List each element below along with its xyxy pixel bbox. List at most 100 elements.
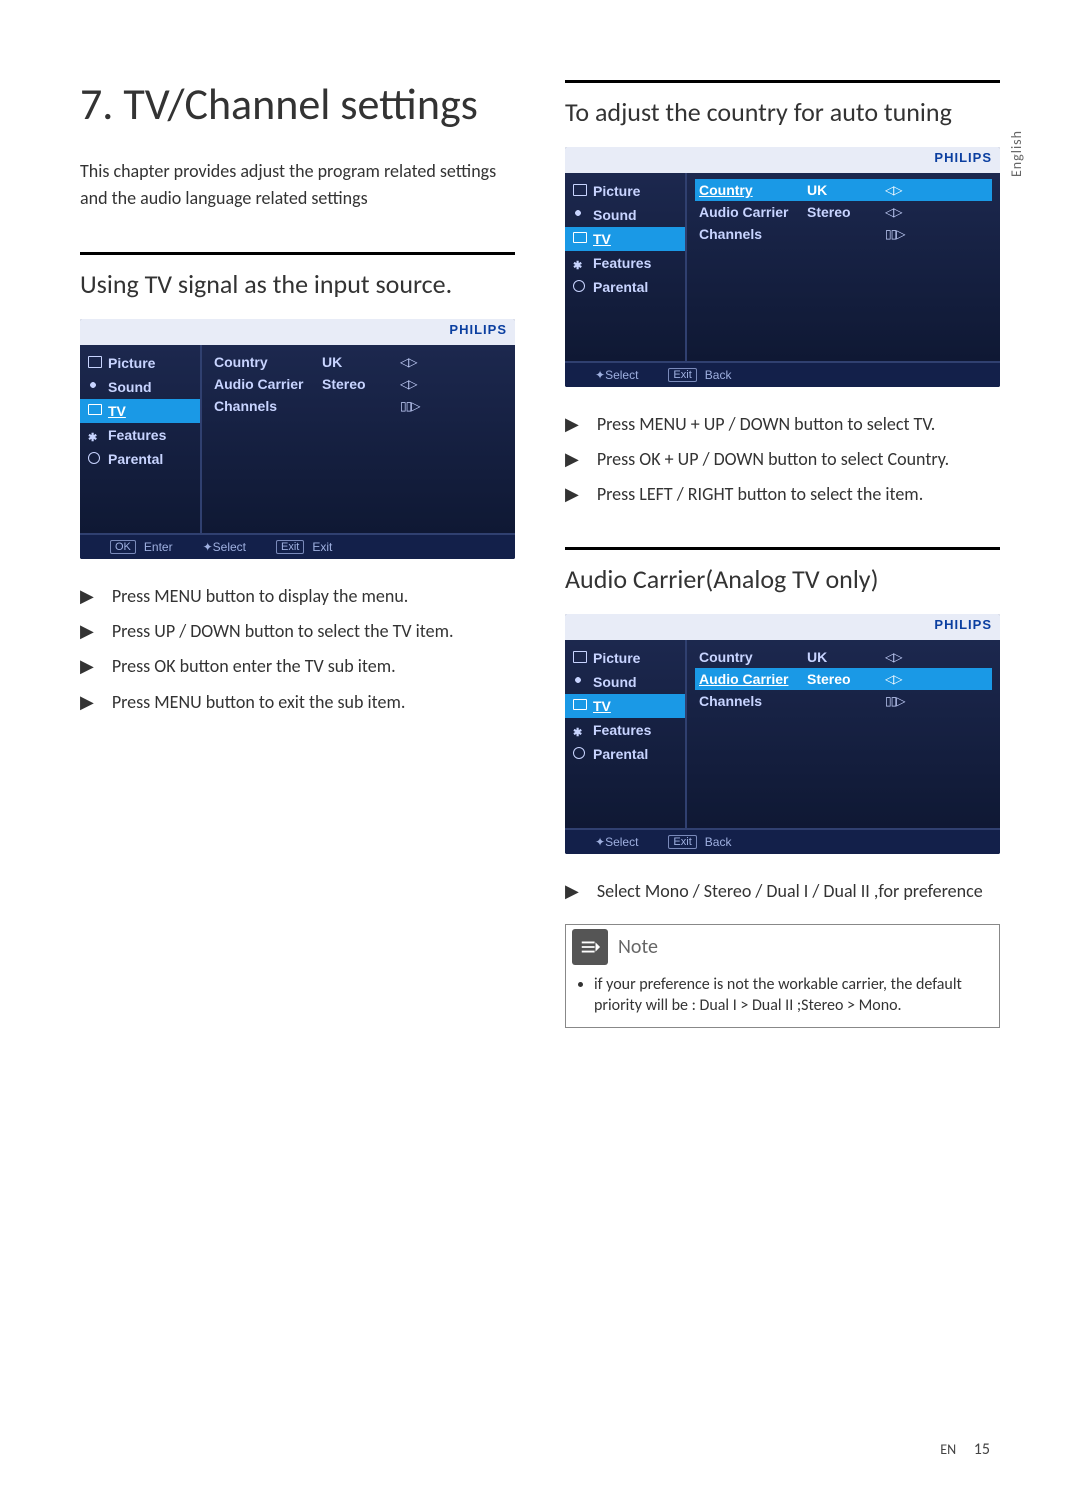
ico-feat-icon [573, 723, 587, 737]
osd-side-item-parental: Parental [80, 447, 200, 471]
page-footer: EN 15 [940, 1440, 990, 1459]
osd-footer-label: Select [605, 835, 638, 849]
osd-row-country: Country UK ◁▷ [210, 351, 507, 373]
note-icon [572, 929, 608, 965]
steps-list-1: ▶Press MENU button to display the menu.▶… [80, 584, 515, 715]
osd-key-ok: OK [110, 540, 136, 554]
note-header: Note [566, 925, 999, 969]
osd-side-item-tv: TV [80, 399, 200, 423]
osd-side-label: Picture [108, 355, 155, 371]
nav-arrows-icon: ◁▷ [885, 183, 901, 197]
osd-row-label: Channels [699, 226, 799, 242]
osd-sidebar: PictureSoundTVFeaturesParental [565, 640, 685, 828]
ico-par-icon [573, 747, 587, 761]
nav-arrows-icon: ◁▷ [400, 377, 416, 391]
step-text: Press LEFT / RIGHT button to select the … [597, 482, 923, 507]
ico-pic-icon [573, 184, 587, 198]
osd-screenshot-3: PHILIPSPictureSoundTVFeaturesParentalCou… [565, 614, 1000, 854]
play-arrow-icon: ▶ [80, 584, 94, 609]
osd-footer: ✦ Select Exit Back [565, 828, 1000, 854]
nav-arrows-icon: ◁▷ [885, 205, 901, 219]
ico-par-icon [88, 452, 102, 466]
osd-side-label: TV [108, 403, 126, 419]
osd-footer-group: ExitExit [276, 540, 332, 554]
osd-row-label: Country [699, 182, 799, 198]
osd-side-label: Features [108, 427, 166, 443]
step-item: ▶Press LEFT / RIGHT button to select the… [565, 482, 1000, 507]
osd-footer-label: Back [705, 368, 732, 382]
osd-screenshot-1: PHILIPS Picture Sound TV Features Parental Cou… [80, 319, 515, 559]
ico-pic-icon [573, 651, 587, 665]
nav-arrows-icon: ▯▯▷ [885, 227, 904, 241]
osd-side-label: Parental [108, 451, 163, 467]
osd-side-label: Parental [593, 279, 648, 295]
osd-topbar: PHILIPS [565, 614, 1000, 640]
osd-footer-group: Exit Back [668, 835, 731, 849]
osd-footer-label: Enter [144, 540, 173, 554]
brand-logo: PHILIPS [934, 617, 992, 632]
nav-arrows-icon: ◁▷ [400, 355, 416, 369]
right-column: To adjust the country for auto tuning PH… [565, 80, 1000, 1028]
osd-topbar: PHILIPS [565, 147, 1000, 173]
footer-lang: EN [940, 1441, 956, 1458]
osd-side-label: Sound [593, 207, 637, 223]
osd-main: CountryUK◁▷Audio CarrierStereo◁▷Channels… [685, 640, 1000, 828]
osd-side-item-sound: Sound [565, 203, 685, 227]
osd-row-value: UK [807, 182, 877, 198]
step-text: Press MENU button to display the menu. [112, 584, 408, 609]
step-item: ▶Press OK button enter the TV sub item. [80, 654, 515, 679]
osd-key-exit: Exit [276, 540, 304, 554]
osd-footer-group: ✦Select [203, 540, 246, 554]
osd-row-value: UK [807, 649, 877, 665]
nav-arrows-icon: ◁▷ [885, 672, 901, 686]
nav-arrows-icon: ▯▯▷ [885, 694, 904, 708]
osd-side-item-sound: Sound [80, 375, 200, 399]
osd-side-label: Sound [108, 379, 152, 395]
osd-side-label: Features [593, 722, 651, 738]
play-arrow-icon: ▶ [80, 690, 94, 715]
step-text: Press UP / DOWN button to select the TV … [112, 619, 454, 644]
ico-snd-icon [573, 675, 587, 689]
ico-pic-icon [88, 356, 102, 370]
osd-screenshot-2: PHILIPSPictureSoundTVFeaturesParentalCou… [565, 147, 1000, 387]
step-item: ▶Press MENU button to exit the sub item. [80, 690, 515, 715]
osd-side-item-sound: Sound [565, 670, 685, 694]
osd-footer-label: Select [213, 540, 246, 554]
language-tab: English [1008, 130, 1025, 177]
osd-row-label: Audio Carrier [214, 376, 314, 392]
osd-body: PictureSoundTVFeaturesParentalCountryUK◁… [565, 640, 1000, 828]
osd-row-audio carrier: Audio CarrierStereo◁▷ [210, 373, 507, 395]
step-item: ▶ Press UP / DOWN button to select the TV… [80, 619, 515, 644]
osd-footer-label: Back [705, 835, 732, 849]
play-arrow-icon: ▶ [80, 619, 94, 644]
osd-row-label: Country [214, 354, 314, 370]
play-arrow-icon: ▶ [565, 447, 579, 472]
osd-key-exit: Exit [668, 835, 696, 849]
section2-title: To adjust the country for auto tuning [565, 98, 1000, 127]
osd-side-item-features: Features [80, 423, 200, 447]
page: 7. TV/Channel settings This chapter prov… [0, 0, 1080, 1068]
osd-row-channels: Channels ▯▯▷ [695, 223, 992, 245]
step-text: Select Mono / Stereo / Dual I / Dual II … [597, 879, 983, 904]
note-item: if your preference is not the workable c… [594, 975, 979, 1017]
osd-side-label: Picture [593, 650, 640, 666]
step-text: Press MENU + UP / DOWN button to select … [597, 412, 935, 437]
steps-list-3: ▶Select Mono / Stereo / Dual I / Dual II… [565, 879, 1000, 904]
osd-row-label: Audio Carrier [699, 204, 799, 220]
osd-row-label: Channels [699, 693, 799, 709]
osd-row-channels: Channels▯▯▷ [210, 395, 507, 417]
chapter-title: 7. TV/Channel settings [80, 80, 515, 128]
ico-snd-icon [88, 380, 102, 394]
ico-tv-icon [88, 404, 102, 418]
nav-4way-icon: ✦ [595, 368, 601, 382]
osd-sidebar: Picture Sound TV Features Parental [80, 345, 200, 533]
brand-logo: PHILIPS [449, 322, 507, 337]
note-items: if your preference is not the workable c… [566, 969, 999, 1027]
left-column: 7. TV/Channel settings This chapter prov… [80, 80, 515, 1028]
step-item: ▶ Press MENU button to display the menu. [80, 584, 515, 609]
step-item: ▶Press OK + UP / DOWN button to select C… [565, 447, 1000, 472]
nav-4way-icon: ✦ [595, 835, 601, 849]
osd-row-value: UK [322, 354, 392, 370]
osd-footer-group: ExitBack [668, 368, 731, 382]
osd-side-item-picture: Picture [565, 179, 685, 203]
